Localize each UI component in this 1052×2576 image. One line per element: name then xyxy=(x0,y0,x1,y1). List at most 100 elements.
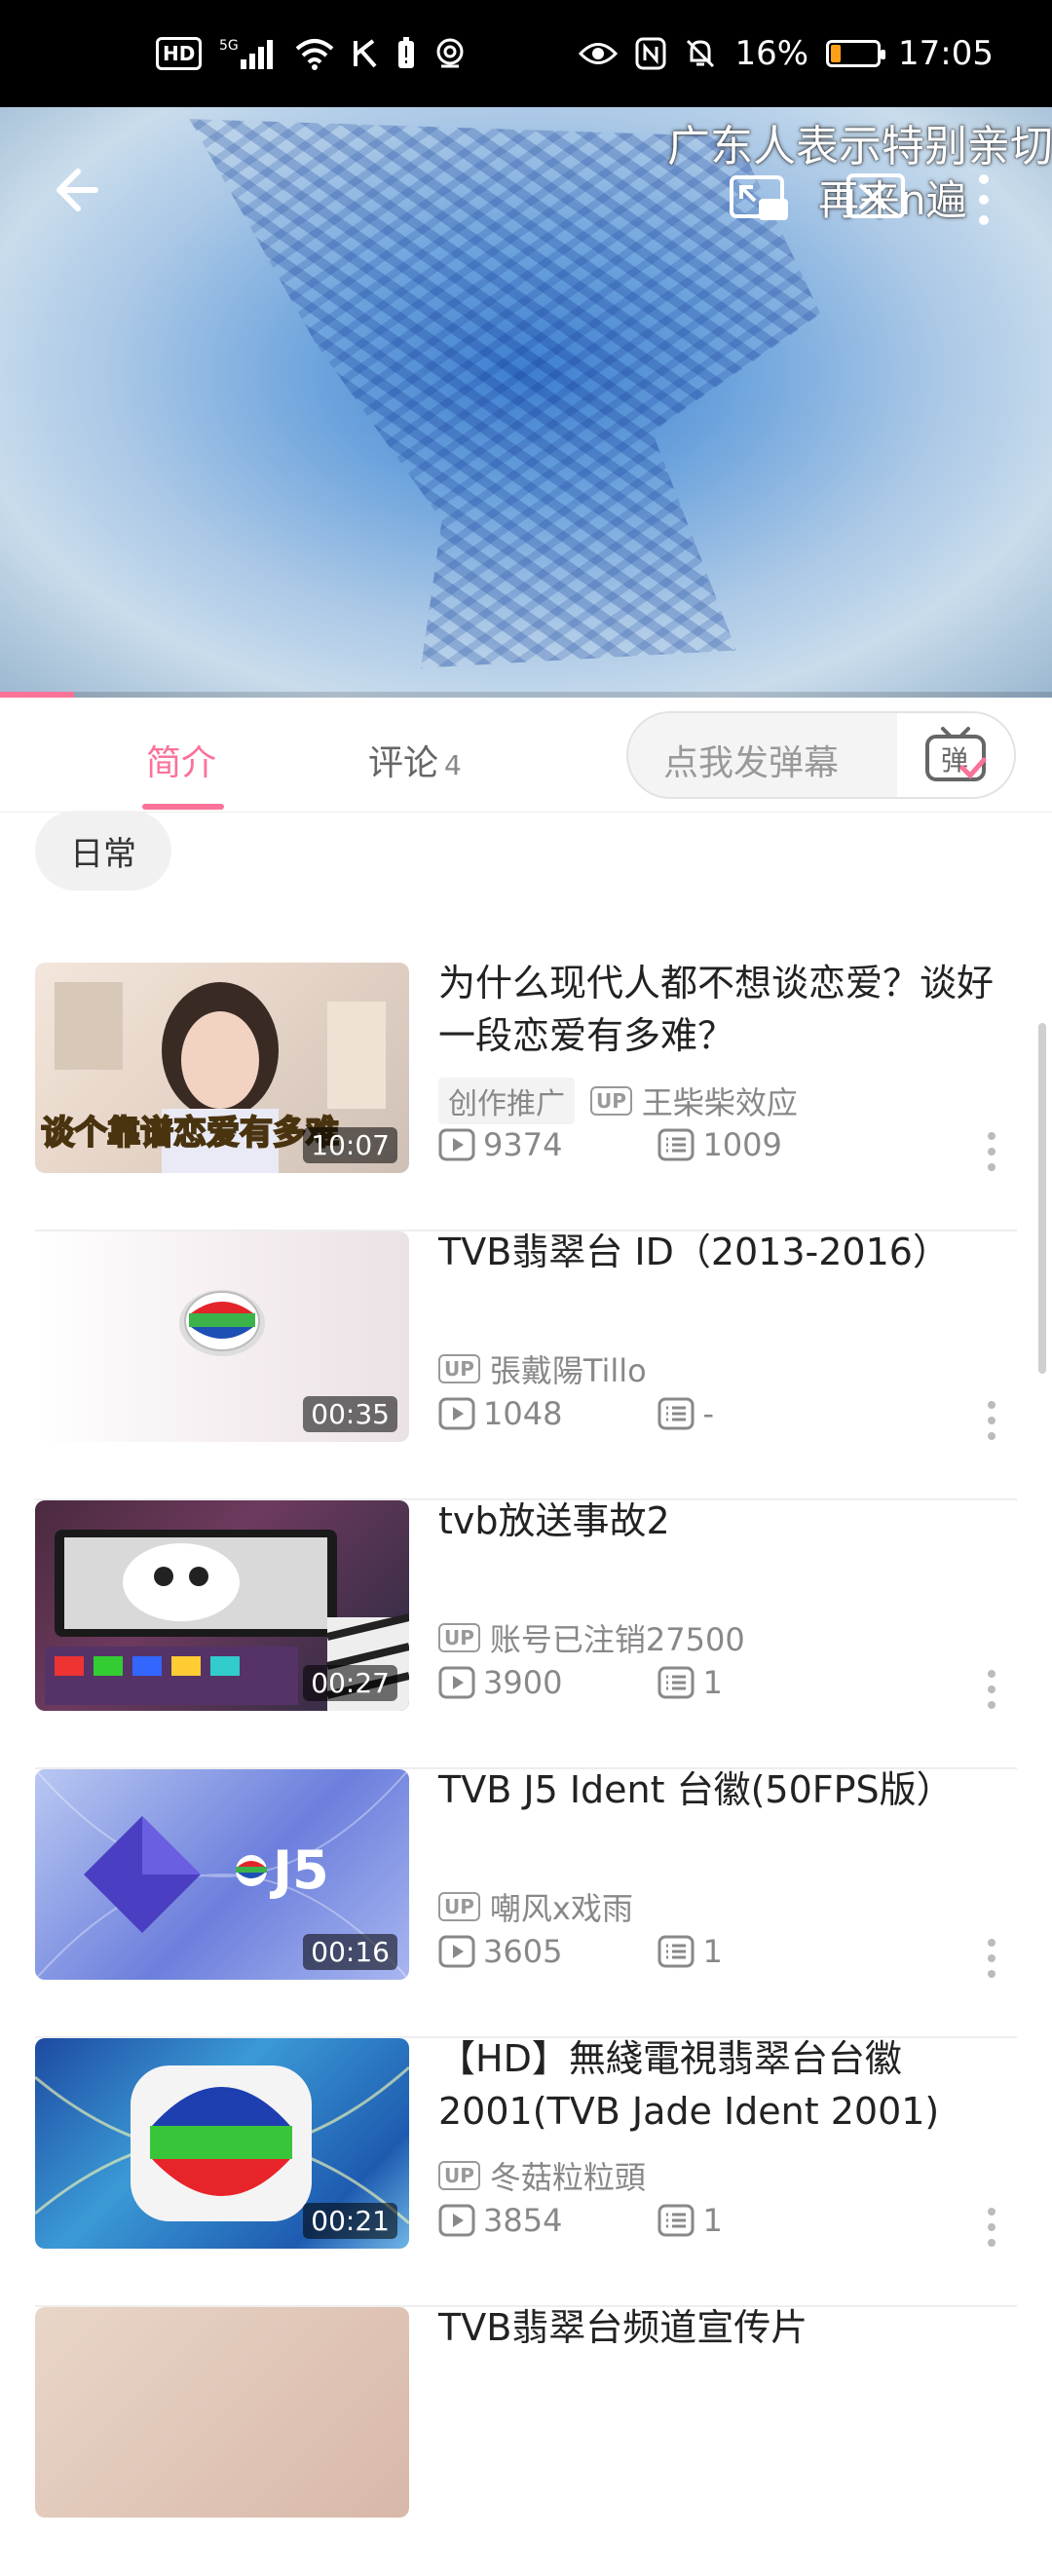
danmaku-tv-icon: 弹 xyxy=(925,727,987,781)
more-vertical-icon[interactable] xyxy=(986,1937,997,1980)
view-count-value: 3605 xyxy=(483,1933,563,1970)
uploader-name[interactable]: 冬菇粒粒頭 xyxy=(490,2153,646,2198)
view-count-value: 1048 xyxy=(483,1395,563,1432)
video-thumbnail[interactable]: J5 00:16 xyxy=(35,1769,409,1980)
video-thumbnail[interactable]: 00:27 xyxy=(35,1500,409,1711)
video-title[interactable]: TVB J5 Ident 台徽(50FPS版） xyxy=(438,1763,994,1816)
video-duration: 00:21 xyxy=(303,2203,397,2239)
danmaku-comment: 广东人表示特别亲切 xyxy=(667,122,1052,171)
up-badge: UP xyxy=(438,1892,480,1921)
video-stats-line: 1048 - xyxy=(438,1395,714,1432)
danmaku-count-value: 1 xyxy=(702,2202,723,2239)
category-tag[interactable]: 日常 xyxy=(35,811,171,890)
video-uploader-line: UP 账号已注销27500 xyxy=(438,1615,745,1660)
play-count-icon xyxy=(438,1397,475,1430)
view-count: 9374 xyxy=(438,1126,562,1163)
status-bar: HD 5G 16% 17:05 xyxy=(0,0,1052,107)
up-badge: UP xyxy=(438,1623,480,1652)
notification-icon xyxy=(433,37,467,70)
uploader-name[interactable]: 張戴陽Tillo xyxy=(490,1346,647,1391)
video-uploader-line: UP 冬菇粒粒頭 xyxy=(438,2153,646,2198)
list-item[interactable]: J5 00:16 TVB J5 Ident 台徽(50FPS版） UP 嘲风x戏… xyxy=(0,1768,1052,2038)
uploader-name[interactable]: 账号已注销27500 xyxy=(490,1615,745,1660)
cast-icon[interactable] xyxy=(843,166,911,234)
danmaku-count-value: 1 xyxy=(702,1664,723,1701)
picture-in-picture-icon[interactable] xyxy=(726,166,794,234)
hd-badge: HD xyxy=(156,37,203,70)
nfc-icon xyxy=(635,37,666,70)
tab-bar: 简介 评论 4 点我发弹幕 弹 xyxy=(0,698,1052,813)
uploader-name[interactable]: 王柴柴效应 xyxy=(642,1079,798,1123)
uploader-name[interactable]: 嘲风x戏雨 xyxy=(490,1884,633,1929)
network-type-label: 5G xyxy=(219,38,239,54)
danmaku-count-value: - xyxy=(702,1395,714,1432)
video-thumbnail[interactable]: 00:21 xyxy=(35,2038,409,2249)
up-badge: UP xyxy=(438,2161,480,2190)
up-badge: UP xyxy=(590,1086,632,1116)
danmaku-count: 1 xyxy=(658,2202,723,2239)
more-vertical-icon[interactable] xyxy=(986,2206,997,2249)
more-vertical-icon[interactable] xyxy=(986,1399,997,1442)
video-stats-line: 3605 1 xyxy=(438,1933,723,1970)
play-count-icon xyxy=(438,2204,475,2237)
video-duration: 00:35 xyxy=(303,1396,397,1432)
more-vertical-icon[interactable] xyxy=(974,166,1013,234)
view-count: 3605 xyxy=(438,1933,562,1970)
danmaku-count: 1 xyxy=(658,1933,723,1970)
list-item[interactable]: 00:35 TVB翡翠台 ID（2013-2016） UP 張戴陽Tillo 1… xyxy=(0,1231,1052,1500)
list-item[interactable]: 00:21 【HD】無綫電視翡翠台台徽2001(TVB Jade Ident 2… xyxy=(0,2037,1052,2307)
tab-intro[interactable]: 简介 xyxy=(146,735,216,785)
video-duration: 10:07 xyxy=(303,1127,397,1163)
video-player[interactable]: 广东人表示特别亲切 再来n遍 xyxy=(0,107,1052,698)
status-left: HD 5G xyxy=(156,36,467,71)
signal-icon: 5G xyxy=(219,36,278,71)
video-stats-line: 3900 1 xyxy=(438,1664,723,1701)
thumbnail-caption: J5 xyxy=(269,1839,329,1901)
battery-warning-icon xyxy=(396,37,416,70)
view-count: 1048 xyxy=(438,1395,562,1432)
danmaku-toggle-button[interactable]: 弹 xyxy=(897,713,1014,797)
danmaku-input-placeholder: 点我发弹幕 xyxy=(663,743,840,783)
arrow-left-icon[interactable] xyxy=(47,156,115,224)
tab-comments-label: 评论 xyxy=(368,743,439,783)
eye-icon xyxy=(579,39,619,68)
danmaku-count-value: 1 xyxy=(702,1933,723,1970)
k-app-icon xyxy=(352,37,379,70)
list-item[interactable]: 谈个靠谱恋爱有多难 10:07 为什么现代人都不想谈恋爱？谈好一段恋爱有多难？ … xyxy=(0,962,1052,1231)
danmaku-count: - xyxy=(658,1395,714,1432)
video-stats-line: 9374 1009 xyxy=(438,1126,782,1163)
video-title[interactable]: tvb放送事故2 xyxy=(438,1495,994,1547)
play-count-icon xyxy=(438,1128,475,1161)
tab-comments[interactable]: 评论 4 xyxy=(368,735,462,785)
view-count-value: 9374 xyxy=(483,1126,563,1163)
video-title[interactable]: TVB翡翠台 ID（2013-2016） xyxy=(438,1226,994,1278)
clock: 17:05 xyxy=(898,34,994,73)
video-title[interactable]: 【HD】無綫電視翡翠台台徽2001(TVB Jade Ident 2001) xyxy=(438,2032,994,2138)
more-vertical-icon[interactable] xyxy=(986,1668,997,1711)
video-title[interactable]: 为什么现代人都不想谈恋爱？谈好一段恋爱有多难？ xyxy=(438,957,994,1062)
video-duration: 00:27 xyxy=(303,1665,397,1701)
danmaku-count-icon xyxy=(658,1128,695,1161)
related-video-list: 谈个靠谱恋爱有多难 10:07 为什么现代人都不想谈恋爱？谈好一段恋爱有多难？ … xyxy=(0,962,1052,2576)
video-uploader-line: UP 嘲风x戏雨 xyxy=(438,1884,633,1929)
view-count: 3900 xyxy=(438,1664,562,1701)
list-item[interactable]: TVB翡翠台频道宣传片 xyxy=(0,2306,1052,2576)
more-vertical-icon[interactable] xyxy=(986,1130,997,1173)
view-count-value: 3900 xyxy=(483,1664,563,1701)
up-badge: UP xyxy=(438,1354,480,1383)
thumbnail-caption: 谈个靠谱恋爱有多难 xyxy=(41,1114,339,1153)
danmaku-count-icon xyxy=(658,1666,695,1699)
video-thumbnail[interactable]: 谈个靠谱恋爱有多难 10:07 xyxy=(35,963,409,1173)
video-thumbnail[interactable]: 00:35 xyxy=(35,1231,409,1442)
video-thumbnail[interactable] xyxy=(35,2307,409,2518)
play-count-icon xyxy=(438,1935,475,1968)
danmaku-count-icon xyxy=(658,1935,695,1968)
video-title[interactable]: TVB翡翠台频道宣传片 xyxy=(438,2301,994,2354)
tab-comments-count: 4 xyxy=(444,749,462,781)
mute-icon xyxy=(684,37,717,70)
list-item[interactable]: 00:27 tvb放送事故2 UP 账号已注销27500 3900 1 xyxy=(0,1499,1052,1769)
tab-active-indicator xyxy=(142,804,224,810)
danmaku-input[interactable]: 点我发弹幕 弹 xyxy=(626,711,1016,799)
video-stats-line: 3854 1 xyxy=(438,2202,723,2239)
danmaku-count-value: 1009 xyxy=(702,1126,782,1163)
